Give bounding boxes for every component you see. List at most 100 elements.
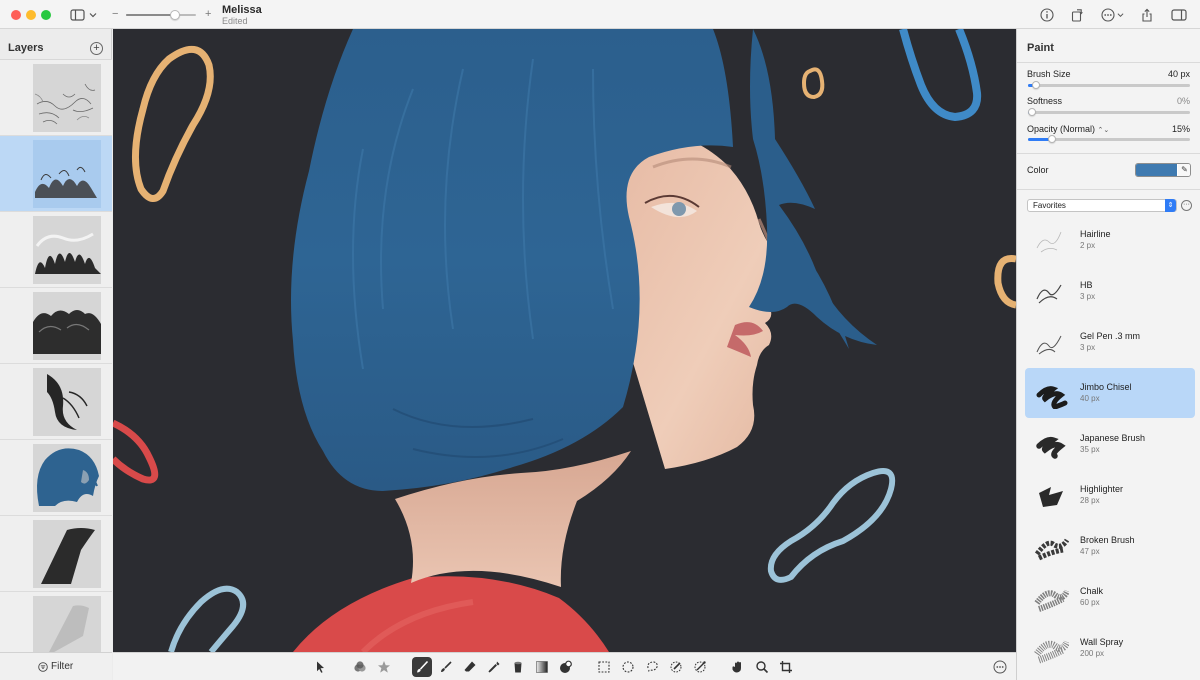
color-well[interactable]: ✎ — [1135, 163, 1191, 177]
brush-item[interactable]: Hairline 2 px — [1025, 223, 1195, 265]
opacity-label[interactable]: Opacity (Normal) ⌃⌄ — [1027, 124, 1109, 134]
brush-size-slider-knob[interactable] — [1032, 81, 1040, 89]
brush-size: 35 px — [1080, 445, 1100, 454]
select-tool[interactable] — [310, 657, 330, 677]
lasso-tool[interactable] — [642, 657, 662, 677]
crop-icon — [780, 661, 792, 673]
ellipse-select-icon — [622, 661, 634, 673]
drawing-canvas[interactable] — [113, 29, 1016, 652]
brush-item[interactable]: Chalk 60 px — [1025, 572, 1195, 622]
softness-slider[interactable] — [1028, 108, 1190, 116]
brush-item[interactable]: Broken Brush 47 px — [1025, 521, 1195, 571]
brush-item[interactable]: Japanese Brush 35 px — [1025, 419, 1195, 469]
layer-row-selected[interactable] — [0, 136, 112, 212]
layer-row[interactable] — [0, 516, 112, 592]
bucket-icon — [514, 661, 522, 673]
opacity-slider[interactable] — [1028, 135, 1190, 143]
erase-tool[interactable] — [460, 657, 480, 677]
layer-row[interactable] — [0, 364, 112, 440]
quick-select-tool[interactable] — [666, 657, 686, 677]
clone-tool[interactable] — [556, 657, 576, 677]
brush-item[interactable]: Gel Pen .3 mm 3 px — [1025, 317, 1195, 367]
layer-thumbnail — [33, 596, 101, 652]
brush-collection-more-button[interactable]: ··· — [1181, 200, 1192, 211]
ellipse-select-tool[interactable] — [618, 657, 638, 677]
brush-item[interactable]: Wall Spray 200 px — [1025, 623, 1195, 673]
opacity-slider-knob[interactable] — [1048, 135, 1056, 143]
layer-list — [0, 59, 112, 652]
softness-value[interactable]: 0% — [1177, 96, 1190, 106]
add-layer-button[interactable]: + — [90, 42, 103, 55]
info-button[interactable] — [1037, 5, 1057, 24]
color-swatch[interactable] — [1136, 164, 1177, 176]
opacity-value[interactable]: 15% — [1172, 124, 1190, 134]
orange-edge-shape — [994, 255, 1016, 309]
brush-name: Wall Spray — [1080, 637, 1124, 647]
filter-button[interactable]: Filter — [38, 661, 73, 672]
filter-label: Filter — [51, 661, 74, 672]
layer-row[interactable] — [0, 60, 112, 136]
brush-stroke-preview — [1034, 640, 1069, 664]
smudge-icon — [441, 661, 452, 672]
opacity-mode-chevron-icon: ⌃⌄ — [1097, 127, 1110, 134]
rotate-button[interactable] — [1067, 5, 1087, 24]
brush-stroke-preview — [1036, 231, 1062, 253]
brush-collection-select[interactable]: Favorites ⇕ — [1027, 199, 1177, 212]
zoom-out-button[interactable]: − — [112, 8, 118, 20]
zoom-slider[interactable] — [126, 10, 196, 20]
zoom-slider-knob[interactable] — [170, 10, 180, 20]
inspector-toggle-button[interactable] — [1168, 5, 1190, 24]
smudge-tool[interactable] — [436, 657, 456, 677]
sidebar-toggle-button[interactable] — [68, 5, 98, 24]
minimize-window-button[interactable] — [26, 10, 36, 20]
more-options-icon — [993, 660, 1007, 674]
brush-name: Japanese Brush — [1080, 433, 1146, 443]
quick-select-icon — [670, 661, 682, 673]
brush-size-value[interactable]: 40 px — [1168, 69, 1190, 79]
layer-row[interactable] — [0, 212, 112, 288]
gradient-icon — [536, 661, 548, 673]
layer-row[interactable] — [0, 592, 112, 652]
layer-thumbnail — [33, 368, 101, 436]
brush-item-selected[interactable]: Jimbo Chisel 40 px — [1025, 368, 1195, 418]
close-window-button[interactable] — [11, 10, 21, 20]
hand-tool[interactable] — [728, 657, 748, 677]
layer-row[interactable] — [0, 440, 112, 516]
toolbar-more-button[interactable] — [990, 657, 1010, 677]
brush-name: Chalk — [1080, 586, 1104, 596]
rotate-icon — [1071, 8, 1083, 22]
gradient-tool[interactable] — [532, 657, 552, 677]
small-orange-loop-shape — [801, 67, 825, 100]
fill-tool[interactable] — [508, 657, 528, 677]
brush-size: 47 px — [1080, 547, 1100, 556]
more-options-icon — [1100, 7, 1115, 22]
crop-tool[interactable] — [776, 657, 796, 677]
brush-item[interactable]: Highlighter 28 px — [1025, 470, 1195, 520]
layer-row[interactable] — [0, 288, 112, 364]
softness-slider-knob[interactable] — [1028, 108, 1036, 116]
clone-icon — [560, 660, 572, 673]
rect-select-tool[interactable] — [594, 657, 614, 677]
zoom-tool[interactable] — [752, 657, 772, 677]
layer-effects-tool[interactable] — [350, 657, 370, 677]
zoom-in-button[interactable]: + — [205, 8, 211, 20]
brush-stroke-preview — [1034, 589, 1069, 612]
paint-tool[interactable] — [412, 657, 432, 677]
brush-size-slider[interactable] — [1028, 81, 1190, 89]
favorites-tool[interactable] — [374, 657, 394, 677]
brush-stroke-preview — [1036, 436, 1066, 459]
divider — [1017, 62, 1200, 63]
magic-wand-tool[interactable] — [690, 657, 710, 677]
iris — [672, 202, 686, 216]
softness-label: Softness — [1027, 96, 1063, 106]
brush-item[interactable]: HB 3 px — [1025, 266, 1195, 316]
layers-title: Layers — [8, 42, 44, 54]
more-options-button[interactable] — [1098, 5, 1126, 24]
inspector-toggle-icon — [1171, 8, 1187, 21]
zoom-window-button[interactable] — [41, 10, 51, 20]
eyedropper-icon[interactable]: ✎ — [1178, 164, 1190, 176]
share-button[interactable] — [1137, 5, 1157, 24]
brush-size: 3 px — [1080, 292, 1096, 301]
color-picker-tool[interactable] — [484, 657, 504, 677]
brush-size: 200 px — [1080, 649, 1105, 658]
